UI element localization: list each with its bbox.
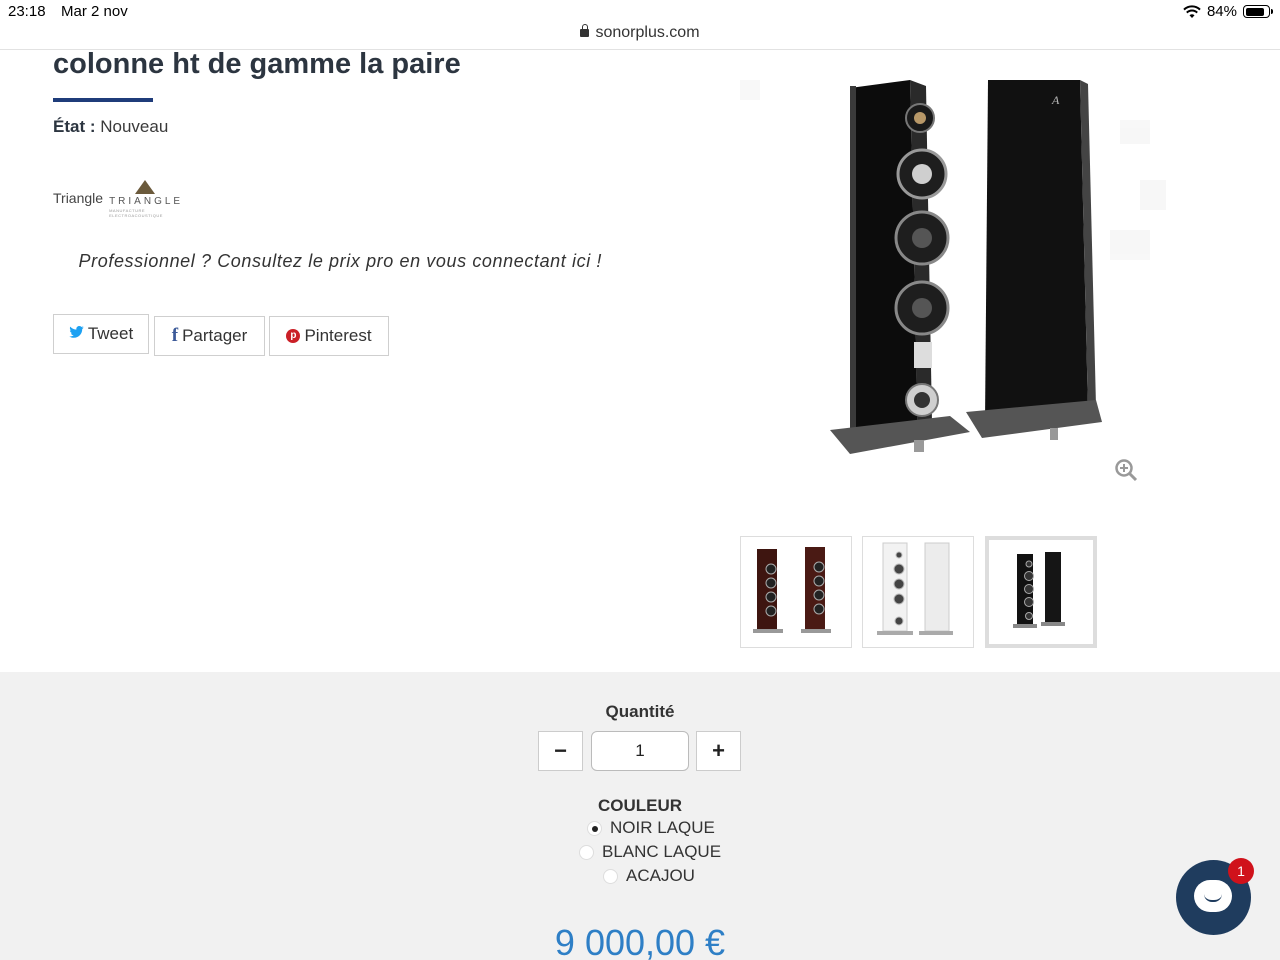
chat-unread-badge: 1 (1228, 858, 1254, 884)
svg-text:A: A (1051, 93, 1060, 107)
zoom-icon[interactable] (1114, 458, 1138, 482)
url-text: sonorplus.com (595, 24, 700, 41)
pinterest-icon: p (286, 329, 301, 343)
facebook-share-label: Partager (182, 326, 248, 345)
wifi-icon (1183, 4, 1201, 18)
condition-label: État : (53, 117, 96, 136)
radio-noir-laque[interactable] (587, 820, 602, 836)
facebook-icon: f (171, 325, 179, 346)
brand-name: Triangle (53, 190, 104, 206)
thumbnail-acajou[interactable] (740, 536, 852, 648)
quantity-label: Quantité (605, 702, 675, 721)
lock-icon (580, 24, 590, 37)
title-underline (53, 98, 153, 102)
triangle-logo-mark (135, 180, 156, 194)
color-option-label: NOIR LAQUE (610, 818, 715, 837)
tweet-button[interactable]: Tweet (53, 314, 149, 354)
color-option-acajou[interactable]: ACAJOU (603, 866, 695, 886)
thumbnail-noir-selected[interactable] (985, 536, 1097, 648)
battery-icon (1243, 5, 1273, 18)
twitter-icon (69, 325, 84, 343)
color-option-blanc-laque[interactable]: BLANC LAQUE (579, 842, 721, 862)
radio-acajou[interactable] (603, 868, 618, 884)
product-title: colonne ht de gamme la paire (53, 48, 461, 80)
pinterest-label: Pinterest (304, 326, 372, 345)
purchase-panel: Quantité − 1 + COULEUR NOIR LAQUE BLANC … (0, 672, 1280, 960)
quantity-decrease-button[interactable]: − (538, 731, 583, 771)
address-bar[interactable]: sonorplus.com (0, 20, 1280, 50)
brand[interactable]: Triangle TRIANGLE MANUFACTURE ELECTROACO… (53, 178, 187, 218)
facebook-share-button[interactable]: f Partager (154, 316, 265, 356)
brand-logo-text: TRIANGLE (109, 196, 184, 207)
tweet-label: Tweet (87, 324, 134, 343)
color-option-label: BLANC LAQUE (602, 842, 722, 861)
color-option-noir-laque[interactable]: NOIR LAQUE (587, 818, 715, 838)
product-price: 9 000,00 € (554, 922, 726, 960)
status-right: 84% (1183, 3, 1273, 20)
product-main-image[interactable]: A (700, 60, 1220, 480)
quantity-increase-button[interactable]: + (696, 731, 741, 771)
battery-percent: 84% (1206, 3, 1237, 20)
color-option-label: ACAJOU (626, 866, 695, 885)
status-date: Mar 2 nov (61, 3, 128, 20)
condition-value: Nouveau (100, 117, 169, 136)
pro-price-notice[interactable]: Professionnel ? Consultez le prix pro en… (60, 248, 602, 275)
pinterest-button[interactable]: p Pinterest (269, 316, 389, 356)
color-label: COULEUR (597, 796, 683, 815)
status-time: 23:18 (8, 3, 46, 20)
product-condition: État : Nouveau (53, 117, 168, 137)
thumbnail-blanc[interactable] (862, 536, 974, 648)
radio-blanc-laque[interactable] (579, 844, 594, 860)
quantity-input[interactable]: 1 (591, 731, 689, 771)
brand-logo-subtext: MANUFACTURE ELECTROACOUSTIQUE (109, 208, 163, 218)
brand-logo[interactable]: TRIANGLE MANUFACTURE ELECTROACOUSTIQUE (107, 178, 187, 218)
chat-icon (1194, 880, 1232, 912)
